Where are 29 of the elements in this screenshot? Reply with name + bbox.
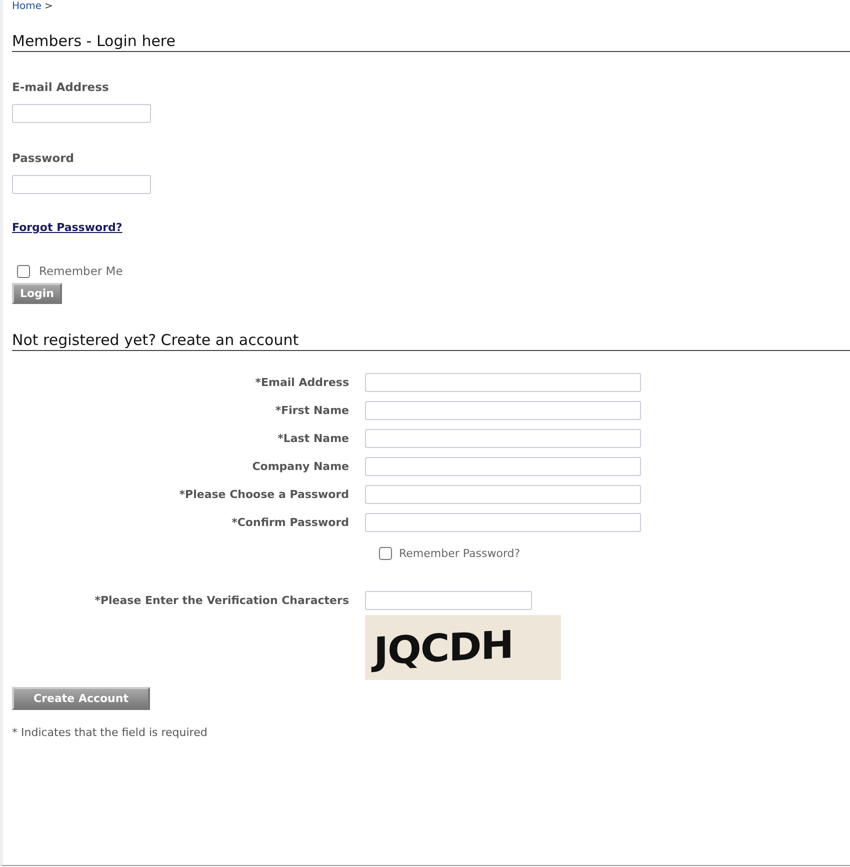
input-field[interactable] (365, 429, 641, 448)
breadcrumb-separator: > (44, 1, 53, 12)
field-label: *First Name (274, 404, 349, 417)
checkbox-label: Remember Me (39, 264, 123, 278)
required-note: * Indicates that the field is required (12, 726, 208, 739)
forgot-password-link[interactable]: Forgot Password? (12, 221, 122, 234)
input-field[interactable] (365, 485, 641, 504)
field-label: Company Name (251, 460, 349, 473)
input-field[interactable] (365, 513, 641, 532)
checkbox[interactable] (17, 264, 30, 278)
section-heading: Not registered yet? Create an account (12, 331, 299, 349)
input-field[interactable] (365, 457, 641, 476)
home-link[interactable]: Home (12, 1, 42, 12)
input-field[interactable] (365, 401, 641, 420)
checkbox[interactable] (379, 547, 392, 560)
field-label: E-mail Address (12, 80, 109, 94)
section-heading: Members - Login here (12, 32, 176, 50)
field-label: *Please Choose a Password (178, 488, 349, 501)
input-field[interactable] (365, 591, 532, 610)
field-label: *Email Address (254, 376, 349, 389)
input-field[interactable] (12, 175, 151, 194)
checkbox-label: Remember Password? (399, 547, 520, 560)
input-field[interactable] (12, 104, 151, 123)
field-label: Password (12, 151, 74, 165)
field-label: *Last Name (276, 432, 349, 445)
captcha-image: JQCDH (365, 615, 561, 680)
input-field[interactable] (365, 373, 641, 392)
field-label: *Confirm Password (230, 516, 349, 529)
field-label: *Please Enter the Verification Characters (94, 594, 349, 607)
